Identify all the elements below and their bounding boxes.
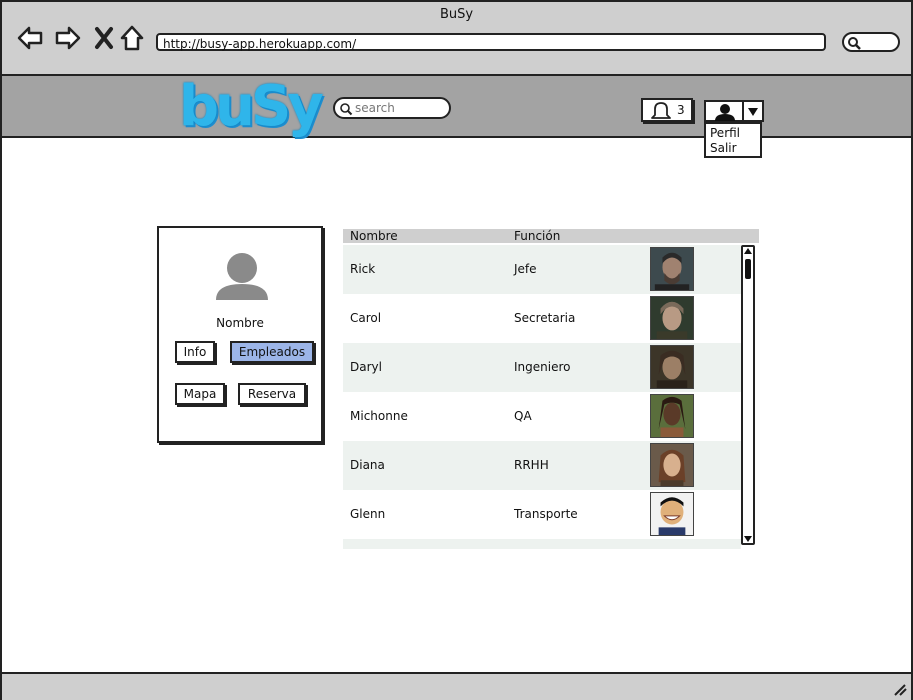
user-menu-toggle[interactable] — [744, 100, 764, 122]
cell-funcion: Ingeniero — [514, 360, 571, 374]
menu-item-salir[interactable]: Salir — [710, 141, 760, 156]
browser-search-field[interactable] — [842, 32, 900, 52]
employee-photo — [650, 394, 694, 438]
cell-funcion: Secretaria — [514, 311, 576, 325]
window-title: BuSy — [439, 7, 474, 22]
employee-photo — [650, 296, 694, 340]
avatar-icon — [216, 253, 268, 300]
reserva-button[interactable]: Reserva — [238, 383, 306, 405]
employee-photo — [650, 345, 694, 389]
table-row[interactable]: Glenn Transporte — [343, 490, 741, 539]
back-icon[interactable] — [16, 24, 44, 52]
scroll-up-icon[interactable] — [744, 248, 752, 254]
cell-nombre: Glenn — [350, 507, 386, 521]
employee-photo — [650, 247, 694, 291]
cell-nombre: Rick — [350, 262, 376, 276]
cell-funcion: Jefe — [514, 262, 537, 276]
resize-grip-icon[interactable] — [893, 684, 907, 696]
table-scrollbar[interactable] — [741, 245, 755, 545]
search-input[interactable]: search — [333, 97, 451, 119]
address-bar[interactable]: http://busy-app.herokuapp.com/ — [156, 33, 826, 51]
column-header-nombre[interactable]: Nombre — [350, 229, 398, 243]
employees-table: Nombre Función Rick Jefe Carol Secretari… — [343, 229, 759, 549]
search-icon — [848, 37, 861, 50]
table-header: Nombre Función — [343, 229, 759, 243]
forward-icon[interactable] — [54, 24, 82, 52]
notifications-button[interactable]: 3 — [641, 98, 693, 122]
menu-item-perfil[interactable]: Perfil — [710, 126, 760, 141]
cell-funcion: Transporte — [514, 507, 578, 521]
search-icon — [340, 103, 353, 116]
column-header-funcion[interactable]: Función — [514, 229, 560, 243]
table-row[interactable]: Carol Secretaria — [343, 294, 741, 343]
cell-nombre: Michonne — [350, 409, 408, 423]
table-row[interactable]: Daryl Ingeniero — [343, 343, 741, 392]
cell-funcion: RRHH — [514, 458, 549, 472]
bell-icon — [651, 102, 671, 119]
table-row[interactable]: Rick Jefe — [343, 245, 741, 294]
browser-titlebar: BuSy http://busy-app.herokuapp.com/ — [2, 2, 911, 76]
browser-statusbar — [2, 672, 911, 700]
cell-nombre: Carol — [350, 311, 382, 325]
table-row — [343, 539, 741, 549]
info-button[interactable]: Info — [175, 341, 215, 363]
employee-photo — [650, 443, 694, 487]
chevron-down-icon — [748, 108, 758, 116]
stop-icon[interactable] — [91, 24, 119, 52]
notification-count: 3 — [677, 103, 685, 117]
user-dropdown-menu: Perfil Salir — [704, 122, 762, 158]
employee-photo — [650, 492, 694, 536]
empleados-button[interactable]: Empleados — [230, 341, 314, 363]
profile-card: Nombre Info Empleados Mapa Reserva — [157, 226, 323, 443]
browser-window: BuSy http://busy-app.herokuapp.com/ buSy — [0, 0, 913, 700]
scroll-down-icon[interactable] — [744, 536, 752, 542]
busy-logo: buSy — [179, 74, 324, 139]
user-avatar-button[interactable] — [704, 100, 744, 122]
cell-nombre: Daryl — [350, 360, 382, 374]
mapa-button[interactable]: Mapa — [175, 383, 225, 405]
home-icon[interactable] — [118, 24, 146, 52]
table-row[interactable]: Michonne QA — [343, 392, 741, 441]
user-icon — [715, 104, 735, 121]
scrollbar-thumb[interactable] — [745, 259, 751, 279]
table-row[interactable]: Diana RRHH — [343, 441, 741, 490]
cell-nombre: Diana — [350, 458, 385, 472]
cell-funcion: QA — [514, 409, 532, 423]
search-placeholder: search — [355, 101, 395, 115]
profile-name-label: Nombre — [216, 316, 264, 330]
app-header: buSy search 3 Perfil Salir — [2, 74, 911, 158]
